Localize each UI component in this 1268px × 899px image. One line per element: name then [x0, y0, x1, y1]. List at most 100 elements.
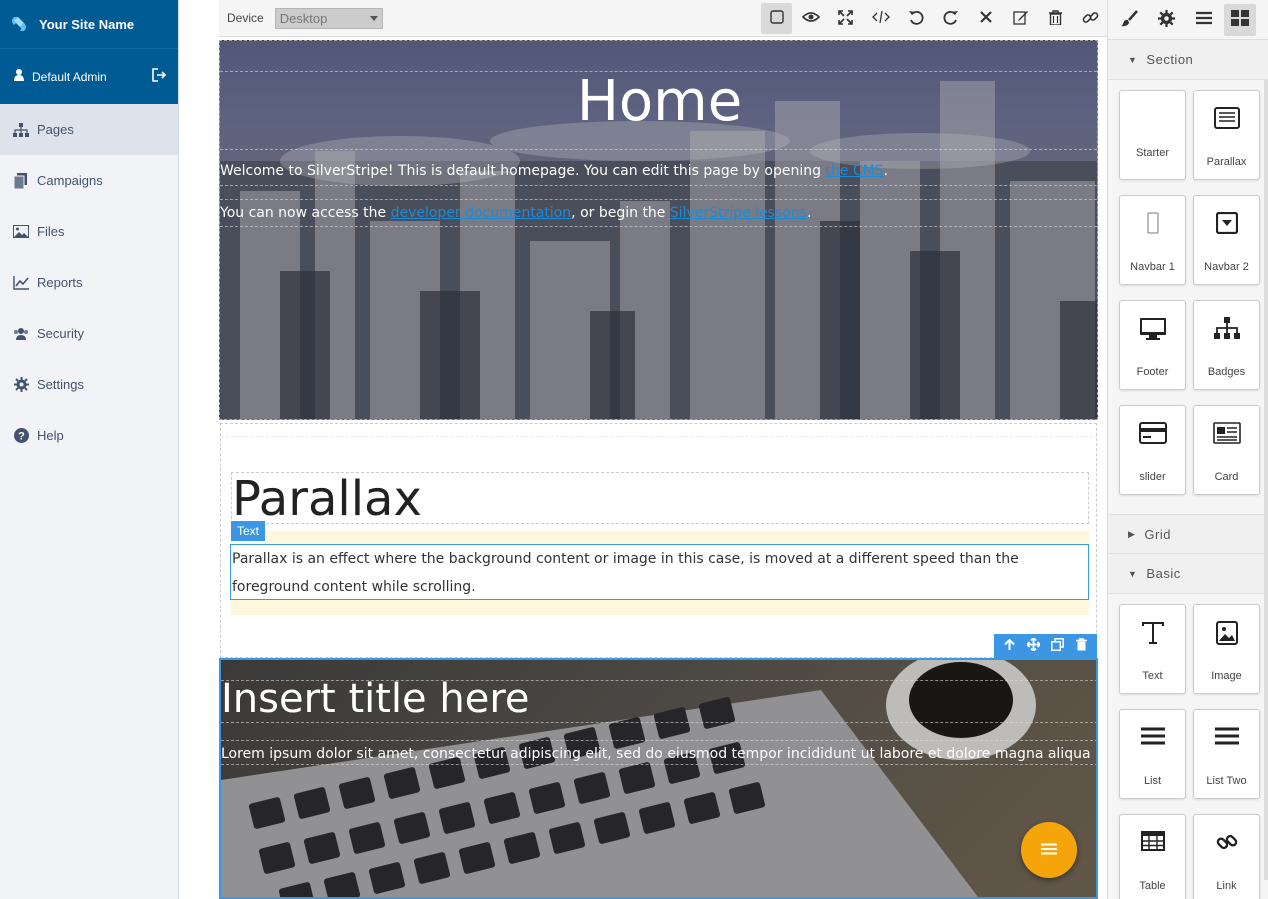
preview-button[interactable]	[793, 0, 828, 37]
hero-paragraph-2[interactable]: You can now access the developer documen…	[220, 205, 811, 221]
page-editor: Device Desktop Home Welcome to SilverStr…	[179, 0, 1268, 899]
blocks-scrollbar[interactable]	[1264, 80, 1268, 880]
site-brand[interactable]: Your Site Name	[0, 0, 178, 48]
sidebar-item-label: Help	[37, 428, 64, 443]
device-label: Device	[227, 11, 264, 25]
sidebar-item-files[interactable]: Files	[0, 206, 178, 257]
parallax-text[interactable]: Parallax is an effect where the backgrou…	[230, 544, 1089, 600]
redo-button[interactable]	[933, 0, 968, 37]
dropdown-box-icon	[1215, 212, 1238, 261]
gear-icon	[1158, 9, 1175, 30]
blocks-button[interactable]	[1224, 3, 1256, 36]
panel-switcher	[1107, 0, 1268, 40]
sidebar-item-label: Files	[37, 224, 65, 239]
redo-icon	[943, 9, 959, 28]
code-button[interactable]	[863, 0, 898, 37]
undo-button[interactable]	[898, 0, 933, 37]
sitemap-icon	[12, 121, 30, 139]
block-navbar-1[interactable]: Navbar 1	[1119, 195, 1186, 285]
sidebar-item-settings[interactable]: Settings	[0, 359, 178, 410]
block-label: Table	[1139, 880, 1166, 892]
sidebar-item-label: Security	[37, 326, 84, 341]
clone-icon[interactable]	[1051, 638, 1065, 654]
dashed-guide	[221, 722, 1096, 723]
parallax-title[interactable]: Parallax	[231, 472, 1089, 525]
editor-canvas[interactable]: Home Welcome to SilverStripe! This is de…	[219, 40, 1098, 899]
sidebar-item-label: Pages	[37, 122, 74, 137]
laptop-title[interactable]: Insert title here	[221, 676, 1096, 722]
block-badges[interactable]: Badges	[1193, 300, 1260, 390]
block-label: Starter	[1135, 147, 1169, 159]
block-label: Navbar 2	[1204, 261, 1249, 273]
block-starter[interactable]: Starter	[1119, 90, 1186, 180]
block-table[interactable]: Table	[1119, 814, 1186, 899]
sidebar-item-label: Campaigns	[37, 173, 103, 188]
hero-paragraph-1[interactable]: Welcome to SilverStripe! This is default…	[220, 163, 888, 179]
trait-manager-button[interactable]	[1148, 1, 1185, 38]
block-list-two[interactable]: List Two	[1193, 709, 1260, 799]
clear-button[interactable]	[968, 0, 1003, 37]
developer-docs-link[interactable]: developer documentation	[391, 205, 572, 221]
logout-icon[interactable]	[152, 68, 167, 85]
sidebar-item-reports[interactable]: Reports	[0, 257, 178, 308]
arrow-up-icon[interactable]	[1004, 638, 1015, 654]
block-navbar-2[interactable]: Navbar 2	[1193, 195, 1260, 285]
trash-icon[interactable]	[1076, 638, 1088, 654]
layer-manager-button[interactable]	[1185, 1, 1222, 38]
device-select[interactable]: Desktop	[274, 7, 383, 29]
sitemap-icon	[1213, 317, 1240, 366]
block-parallax[interactable]: Parallax	[1193, 90, 1260, 180]
blocks-panel: ▼ Section Starter Parallax Navbar 1 Navb…	[1107, 40, 1268, 899]
parallax-section[interactable]: Parallax Text Parallax is an effect wher…	[220, 423, 1098, 658]
fullscreen-button[interactable]	[828, 0, 863, 37]
category-grid[interactable]: ▶ Grid	[1108, 514, 1268, 554]
dashed-guide	[221, 740, 1096, 741]
trash-icon	[1049, 9, 1062, 28]
laptop-paragraph[interactable]: Lorem ipsum dolor sit amet, consectetur …	[221, 746, 1096, 762]
sidebar-item-campaigns[interactable]: Campaigns	[0, 155, 178, 206]
sidebar-item-security[interactable]: Security	[0, 308, 178, 359]
user-name[interactable]: Default Admin	[32, 70, 152, 84]
block-image[interactable]: Image	[1193, 604, 1260, 694]
bars-icon	[1140, 726, 1165, 775]
blocks-icon	[1231, 10, 1249, 29]
block-text[interactable]: Text	[1119, 604, 1186, 694]
sw-visibility-button[interactable]	[761, 3, 792, 34]
sidebar-item-pages[interactable]: Pages	[0, 104, 178, 155]
hero-title[interactable]: Home	[220, 69, 1097, 134]
laptop-section[interactable]: Insert title here Lorem ipsum dolor sit …	[219, 658, 1098, 899]
undo-icon	[908, 9, 924, 28]
block-label: Text	[1142, 670, 1163, 682]
close-icon	[979, 11, 992, 26]
edit-button[interactable]	[1003, 0, 1038, 37]
lessons-link[interactable]: SilverStripe lessons	[670, 205, 807, 221]
category-section[interactable]: ▼ Section	[1108, 40, 1268, 80]
edit-icon	[1012, 9, 1029, 28]
cms-link[interactable]: the CMS	[825, 163, 883, 179]
block-card[interactable]: Card	[1193, 405, 1260, 495]
block-list[interactable]: List	[1119, 709, 1186, 799]
move-icon[interactable]	[1025, 636, 1041, 654]
block-footer[interactable]: Footer	[1119, 300, 1186, 390]
bars-icon	[1214, 726, 1239, 775]
block-link[interactable]: Link	[1193, 814, 1260, 899]
desktop-icon	[1139, 317, 1167, 366]
floating-menu-button[interactable]	[1021, 822, 1077, 878]
hero-text: Welcome to SilverStripe! This is default…	[220, 163, 826, 179]
category-basic[interactable]: ▼ Basic	[1108, 554, 1268, 594]
cms-sidebar: Your Site Name Default Admin Pages Campa…	[0, 0, 179, 899]
bars-icon	[1195, 11, 1212, 28]
block-label: Badges	[1207, 366, 1246, 378]
campaigns-icon	[12, 172, 30, 190]
hero-text: .	[807, 205, 812, 221]
chevron-down-icon	[369, 15, 378, 21]
link-button[interactable]	[1073, 0, 1108, 37]
block-slider[interactable]: slider	[1119, 405, 1186, 495]
hero-section[interactable]: Home Welcome to SilverStripe! This is de…	[219, 40, 1098, 420]
delete-button[interactable]	[1038, 0, 1073, 37]
style-manager-button[interactable]	[1111, 1, 1148, 38]
bars-icon	[1041, 843, 1057, 858]
block-label: Footer	[1136, 366, 1169, 378]
image-icon	[12, 223, 30, 241]
sidebar-item-help[interactable]: ? Help	[0, 410, 178, 461]
